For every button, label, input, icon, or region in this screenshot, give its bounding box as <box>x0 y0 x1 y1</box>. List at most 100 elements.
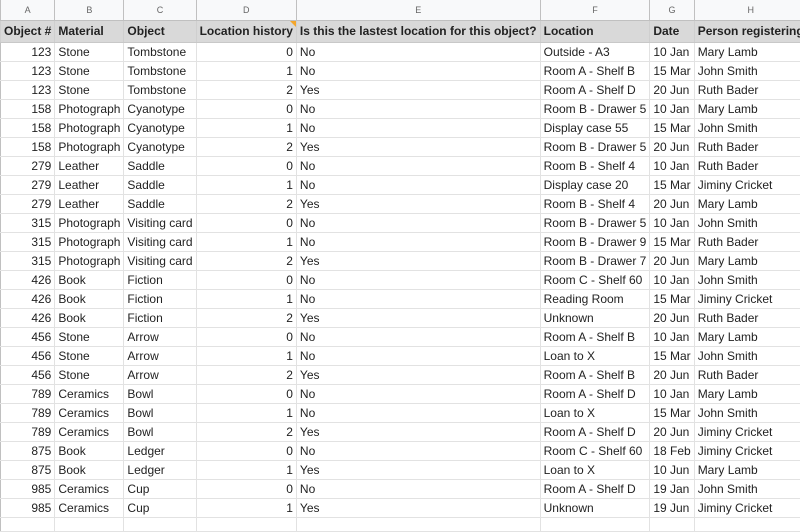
cell-location[interactable]: Room B - Drawer 9 <box>540 232 651 252</box>
cell-object[interactable]: Bowl <box>123 384 197 404</box>
cell-location[interactable]: Display case 55 <box>540 118 651 138</box>
cell-material[interactable]: Photograph <box>54 213 125 233</box>
cell-object-number[interactable]: 315 <box>0 213 56 233</box>
cell-latest-location[interactable]: No <box>296 118 541 138</box>
cell-object-number[interactable]: 123 <box>0 42 56 62</box>
cell-object[interactable]: Cup <box>123 498 197 518</box>
empty-cell[interactable] <box>649 517 695 532</box>
cell-person-registering[interactable]: John Smith <box>694 61 800 81</box>
cell-date[interactable]: 15 Mar <box>649 346 695 366</box>
cell-material[interactable]: Photograph <box>54 99 125 119</box>
cell-person-registering[interactable]: Mary Lamb <box>694 384 800 404</box>
cell-date[interactable]: 15 Mar <box>649 289 695 309</box>
cell-material[interactable]: Photograph <box>54 232 125 252</box>
cell-latest-location[interactable]: No <box>296 403 541 423</box>
cell-location[interactable]: Room B - Drawer 5 <box>540 99 651 119</box>
cell-date[interactable]: 10 Jan <box>649 384 695 404</box>
column-header-c[interactable]: C <box>123 0 197 21</box>
cell-location-history[interactable]: 2 <box>196 137 297 157</box>
cell-location[interactable]: Unknown <box>540 308 651 328</box>
empty-cell[interactable] <box>296 517 541 532</box>
cell-object-number[interactable]: 158 <box>0 99 56 119</box>
cell-object-number[interactable]: 279 <box>0 194 56 214</box>
cell-location[interactable]: Room A - Shelf D <box>540 80 651 100</box>
header-cell-latest-location[interactable]: Is this the lastest location for this ob… <box>296 20 541 43</box>
cell-location-history[interactable]: 1 <box>196 346 297 366</box>
cell-material[interactable]: Stone <box>54 346 125 366</box>
cell-object-number[interactable]: 789 <box>0 384 56 404</box>
cell-person-registering[interactable]: Jiminy Cricket <box>694 422 800 442</box>
comment-indicator-icon[interactable] <box>289 21 296 27</box>
cell-location-history[interactable]: 1 <box>196 403 297 423</box>
cell-person-registering[interactable]: Jiminy Cricket <box>694 498 800 518</box>
cell-location[interactable]: Room A - Shelf D <box>540 384 651 404</box>
header-cell-object[interactable]: Object <box>123 20 197 43</box>
cell-date[interactable]: 15 Mar <box>649 61 695 81</box>
empty-cell[interactable] <box>123 517 197 532</box>
header-cell-object-number[interactable]: Object # <box>0 20 56 43</box>
cell-date[interactable]: 18 Feb <box>649 441 695 461</box>
cell-location-history[interactable]: 2 <box>196 308 297 328</box>
cell-location-history[interactable]: 2 <box>196 80 297 100</box>
cell-object-number[interactable]: 158 <box>0 137 56 157</box>
cell-date[interactable]: 10 Jan <box>649 327 695 347</box>
cell-date[interactable]: 15 Mar <box>649 232 695 252</box>
cell-material[interactable]: Ceramics <box>54 403 125 423</box>
cell-material[interactable]: Ceramics <box>54 498 125 518</box>
header-cell-material[interactable]: Material <box>54 20 125 43</box>
cell-object-number[interactable]: 315 <box>0 232 56 252</box>
cell-location-history[interactable]: 0 <box>196 327 297 347</box>
cell-person-registering[interactable]: Ruth Bader <box>694 80 800 100</box>
cell-date[interactable]: 19 Jun <box>649 498 695 518</box>
cell-object-number[interactable]: 315 <box>0 251 56 271</box>
cell-object[interactable]: Bowl <box>123 403 197 423</box>
empty-cell[interactable] <box>540 517 651 532</box>
cell-person-registering[interactable]: Ruth Bader <box>694 156 800 176</box>
cell-latest-location[interactable]: Yes <box>296 251 541 271</box>
cell-latest-location[interactable]: Yes <box>296 308 541 328</box>
cell-object-number[interactable]: 123 <box>0 61 56 81</box>
cell-latest-location[interactable]: No <box>296 384 541 404</box>
cell-location[interactable]: Room A - Shelf B <box>540 61 651 81</box>
cell-object[interactable]: Visiting card <box>123 213 197 233</box>
cell-object[interactable]: Ledger <box>123 441 197 461</box>
cell-object[interactable]: Visiting card <box>123 232 197 252</box>
header-cell-location[interactable]: Location <box>540 20 651 43</box>
cell-object[interactable]: Visiting card <box>123 251 197 271</box>
cell-location[interactable]: Room C - Shelf 60 <box>540 270 651 290</box>
cell-object-number[interactable]: 426 <box>0 308 56 328</box>
cell-material[interactable]: Stone <box>54 42 125 62</box>
cell-person-registering[interactable]: Mary Lamb <box>694 327 800 347</box>
cell-latest-location[interactable]: No <box>296 213 541 233</box>
empty-cell[interactable] <box>196 517 297 532</box>
cell-material[interactable]: Ceramics <box>54 422 125 442</box>
cell-person-registering[interactable]: John Smith <box>694 118 800 138</box>
cell-location[interactable]: Room C - Shelf 60 <box>540 441 651 461</box>
cell-location-history[interactable]: 2 <box>196 422 297 442</box>
cell-location-history[interactable]: 0 <box>196 156 297 176</box>
cell-object-number[interactable]: 789 <box>0 403 56 423</box>
cell-latest-location[interactable]: No <box>296 232 541 252</box>
cell-object[interactable]: Saddle <box>123 175 197 195</box>
cell-object-number[interactable]: 456 <box>0 346 56 366</box>
cell-material[interactable]: Stone <box>54 327 125 347</box>
header-cell-date[interactable]: Date <box>649 20 695 43</box>
cell-object-number[interactable]: 279 <box>0 156 56 176</box>
cell-location[interactable]: Room A - Shelf D <box>540 422 651 442</box>
empty-cell[interactable] <box>54 517 125 532</box>
cell-object-number[interactable]: 426 <box>0 270 56 290</box>
cell-location-history[interactable]: 2 <box>196 194 297 214</box>
cell-person-registering[interactable]: Jiminy Cricket <box>694 289 800 309</box>
cell-location[interactable]: Loan to X <box>540 460 651 480</box>
cell-object[interactable]: Cyanotype <box>123 118 197 138</box>
cell-latest-location[interactable]: No <box>296 61 541 81</box>
cell-object-number[interactable]: 456 <box>0 327 56 347</box>
cell-material[interactable]: Stone <box>54 365 125 385</box>
cell-person-registering[interactable]: Mary Lamb <box>694 460 800 480</box>
cell-latest-location[interactable]: No <box>296 42 541 62</box>
cell-location-history[interactable]: 0 <box>196 479 297 499</box>
cell-person-registering[interactable]: John Smith <box>694 270 800 290</box>
cell-object-number[interactable]: 985 <box>0 498 56 518</box>
cell-location-history[interactable]: 1 <box>196 175 297 195</box>
cell-person-registering[interactable]: John Smith <box>694 213 800 233</box>
